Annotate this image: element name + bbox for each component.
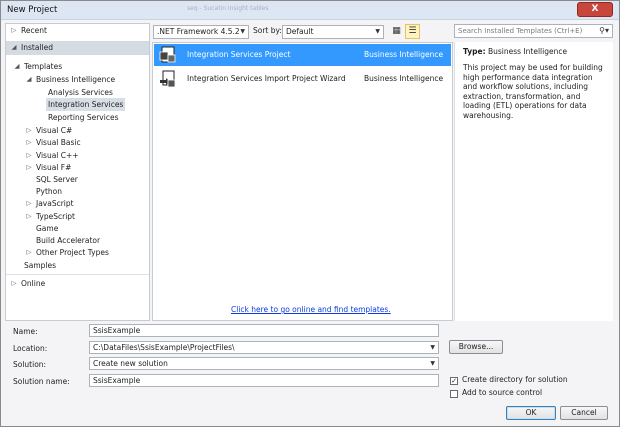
nav-integration-services-label: Integration Services <box>46 98 126 111</box>
template-toolbar: .NET Framework 4.5.2 ▼ Sort by: Default … <box>152 23 452 41</box>
nav-divider <box>6 274 149 275</box>
template-tree: ▷ Recent ◢ Installed ◢ Templates ◢ Busin… <box>5 23 150 321</box>
nav-bi-label: Business Intelligence <box>36 75 116 84</box>
template-category: Business Intelligence <box>364 74 444 83</box>
type-label: Type: <box>463 47 486 56</box>
expand-arrow-icon[interactable]: ▷ <box>10 277 18 290</box>
find-templates-online-link[interactable]: Click here to go online and find templat… <box>231 305 391 314</box>
expand-arrow-icon[interactable]: ▷ <box>10 24 18 37</box>
framework-value: .NET Framework 4.5.2 <box>157 27 240 36</box>
browse-button[interactable]: Browse... <box>449 340 503 354</box>
framework-select[interactable]: .NET Framework 4.5.2 ▼ <box>153 25 249 39</box>
sort-label: Sort by: <box>253 26 282 35</box>
solution-name-value: SsisExample <box>93 376 141 385</box>
name-label: Name: <box>13 327 38 336</box>
solution-value: Create new solution <box>93 359 168 368</box>
grid-icon: ▦ <box>392 26 401 36</box>
nav-installed-label: Installed <box>21 43 53 52</box>
collapse-arrow-icon[interactable]: ◢ <box>13 60 21 73</box>
title-bar: New Project seq - Sucatin Insight tables… <box>1 1 619 20</box>
add-source-control-checkbox[interactable] <box>450 390 458 398</box>
template-info-panel: Type: Business Intelligence This project… <box>454 42 613 321</box>
nav-label: JavaScript <box>36 199 74 208</box>
new-project-dialog: New Project seq - Sucatin Insight tables… <box>0 0 620 427</box>
cancel-button[interactable]: Cancel <box>560 406 608 420</box>
solution-name-label: Solution name: <box>13 377 70 386</box>
template-type: Type: Business Intelligence <box>463 47 567 56</box>
template-description: This project may be used for building hi… <box>463 63 603 120</box>
background-window-title: seq - Sucatin Insight tables <box>187 5 269 12</box>
nav-samples-label: Samples <box>24 261 57 270</box>
chevron-down-icon: ▼ <box>430 360 435 367</box>
collapse-arrow-icon[interactable]: ◢ <box>10 41 18 54</box>
search-placeholder: Search Installed Templates (Ctrl+E) <box>458 27 583 35</box>
nav-label: Other Project Types <box>36 248 109 257</box>
expand-arrow-icon[interactable]: ▷ <box>25 210 33 223</box>
list-view-button[interactable]: ☰ <box>405 24 420 39</box>
nav-recent[interactable]: ▷ Recent <box>6 24 149 37</box>
medium-icons-view-button[interactable]: ▦ <box>389 24 404 39</box>
nav-online-label: Online <box>21 279 46 288</box>
nav-recent-label: Recent <box>21 26 47 35</box>
expand-arrow-icon[interactable]: ▷ <box>25 161 33 174</box>
expand-arrow-icon[interactable]: ▷ <box>25 246 33 259</box>
solution-label: Solution: <box>13 360 47 369</box>
chevron-down-icon: ▼ <box>375 28 380 35</box>
list-icon: ☰ <box>408 26 417 36</box>
nav-installed[interactable]: ◢ Installed <box>6 41 149 55</box>
solution-name-input[interactable]: SsisExample <box>89 374 439 387</box>
nav-templates-label: Templates <box>24 62 63 71</box>
sort-select[interactable]: Default ▼ <box>282 25 384 39</box>
expand-arrow-icon[interactable]: ▷ <box>25 197 33 210</box>
chevron-down-icon: ▼ <box>430 344 435 351</box>
create-directory-checkbox[interactable]: ✓ <box>450 377 458 385</box>
location-value: C:\DataFiles\SsisExample\ProjectFiles\ <box>93 343 235 352</box>
solution-select[interactable]: Create new solution ▼ <box>89 357 439 370</box>
search-icon[interactable]: ⚲▾ <box>599 25 609 37</box>
add-source-control-label: Add to source control <box>462 388 543 397</box>
template-item[interactable]: Integration Services Project Business In… <box>154 44 451 66</box>
import-wizard-icon <box>160 70 176 88</box>
location-label: Location: <box>13 344 48 353</box>
ok-button[interactable]: OK <box>506 406 556 420</box>
template-name: Integration Services Project <box>187 50 291 59</box>
project-name-input[interactable]: SsisExample <box>89 324 439 337</box>
type-value: Business Intelligence <box>487 47 568 56</box>
chevron-down-icon: ▼ <box>240 28 245 35</box>
sort-value: Default <box>286 27 314 36</box>
project-name-value: SsisExample <box>93 326 141 335</box>
template-name: Integration Services Import Project Wiza… <box>187 74 346 83</box>
close-button[interactable]: X <box>577 2 613 17</box>
create-directory-label: Create directory for solution <box>462 375 568 384</box>
nav-reporting-services-label: Reporting Services <box>48 113 119 122</box>
search-input[interactable]: Search Installed Templates (Ctrl+E) ⚲▾ <box>454 24 613 38</box>
close-icon: X <box>591 4 599 14</box>
template-item[interactable]: Integration Services Import Project Wiza… <box>154 68 451 90</box>
template-list: Integration Services Project Business In… <box>152 42 453 321</box>
template-category: Business Intelligence <box>364 50 444 59</box>
expand-arrow-icon[interactable]: ▷ <box>25 136 33 149</box>
nav-online[interactable]: ▷ Online <box>6 277 149 290</box>
collapse-arrow-icon[interactable]: ◢ <box>25 73 33 86</box>
ssis-project-icon <box>159 46 176 63</box>
window-title: New Project <box>7 5 58 15</box>
nav-label: Visual Basic <box>36 138 81 147</box>
location-combo[interactable]: C:\DataFiles\SsisExample\ProjectFiles\ ▼ <box>89 341 439 354</box>
